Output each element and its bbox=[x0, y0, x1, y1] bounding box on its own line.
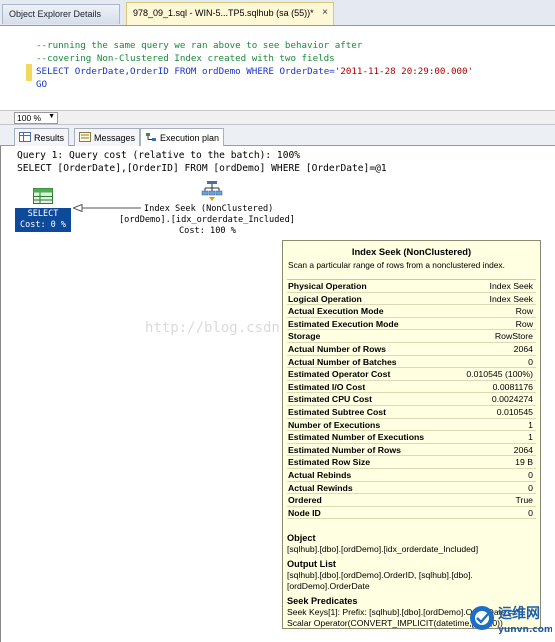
tab-messages[interactable]: Messages bbox=[74, 128, 141, 146]
code-line-2: --covering Non-Clustered Index created w… bbox=[36, 53, 335, 64]
property-row: Storage RowStore bbox=[287, 330, 536, 343]
tab-execution-plan-label: Execution plan bbox=[160, 133, 220, 143]
tab-messages-label: Messages bbox=[94, 133, 136, 143]
tooltip-description: Scan a particular range of rows from a n… bbox=[288, 260, 505, 270]
results-tab-strip: Results Messages Execution plan bbox=[0, 125, 555, 147]
select-operator-icon[interactable] bbox=[33, 188, 53, 204]
property-row: Ordered True bbox=[287, 494, 536, 507]
select-operator-label: SELECT bbox=[27, 209, 59, 219]
chevron-down-icon: ▼ bbox=[48, 113, 55, 120]
index-seek-cost: Cost: 100 % bbox=[179, 226, 236, 236]
operator-tooltip: Index Seek (NonClustered) Scan a particu… bbox=[282, 240, 541, 629]
select-operator-cost: Cost: 0 % bbox=[19, 220, 67, 230]
tab-results-label: Results bbox=[34, 133, 65, 143]
tooltip-properties: Physical Operation Index Seek Logical Ope… bbox=[287, 279, 536, 520]
property-row: Actual Execution Mode Row bbox=[287, 305, 536, 318]
property-row: Estimated CPU Cost 0.0024274 bbox=[287, 393, 536, 406]
messages-icon bbox=[79, 132, 91, 142]
index-seek-object: [ordDemo].[idx_orderdate_Included] bbox=[119, 215, 295, 225]
property-row: Estimated Number of Executions 1 bbox=[287, 431, 536, 444]
sql-keyword: FROM bbox=[174, 66, 197, 77]
tab-query-editor[interactable]: 978_09_1.sql - WIN-5...TP5.sqlhub (sa (5… bbox=[126, 2, 334, 25]
output-list-value: [sqlhub].[dbo].[ordDemo].OrderID, [sqlhu… bbox=[287, 569, 473, 592]
object-heading: Object bbox=[287, 533, 316, 544]
grid-icon bbox=[19, 132, 31, 142]
property-row: Estimated Number of Rows 2064 bbox=[287, 444, 536, 457]
output-list-heading: Output List bbox=[287, 558, 336, 569]
property-row: Physical Operation Index Seek bbox=[287, 280, 536, 293]
code-line-4: GO bbox=[36, 79, 48, 90]
execution-plan-icon bbox=[146, 133, 156, 141]
code-line-1: --running the same query we ran above to… bbox=[36, 40, 363, 51]
index-seek-icon[interactable] bbox=[201, 180, 223, 202]
query-sql-text: SELECT [OrderDate],[OrderID] FROM [ordDe… bbox=[17, 163, 387, 174]
property-row: Logical Operation Index Seek bbox=[287, 293, 536, 306]
property-row: Actual Rebinds 0 bbox=[287, 469, 536, 482]
zoom-value: 100 % bbox=[17, 113, 42, 123]
logo-subtitle: yunvn.com bbox=[498, 625, 552, 635]
zoom-select[interactable]: 100 % ▼ bbox=[14, 112, 58, 124]
document-tab-strip: Object Explorer Details 978_09_1.sql - W… bbox=[0, 0, 555, 26]
sql-keyword: WHERE bbox=[246, 66, 274, 77]
property-row: Estimated Subtree Cost 0.010545 bbox=[287, 406, 536, 419]
tab-execution-plan[interactable]: Execution plan bbox=[140, 128, 225, 147]
data-flow-arrow bbox=[73, 204, 141, 212]
sql-column: OrderDate= bbox=[273, 66, 335, 77]
change-marker bbox=[26, 64, 32, 81]
property-row: Number of Executions 1 bbox=[287, 419, 536, 432]
query-editor[interactable]: --running the same query we ran above to… bbox=[0, 26, 555, 110]
property-row: Actual Number of Batches 0 bbox=[287, 356, 536, 369]
index-seek-label: Index Seek (NonClustered) bbox=[144, 204, 274, 214]
editor-status-bar: 100 % ▼ bbox=[0, 110, 555, 125]
sql-table: ordDemo bbox=[196, 66, 247, 77]
query-cost-header: Query 1: Query cost (relative to the bat… bbox=[17, 150, 301, 161]
property-row: Estimated I/O Cost 0.0081176 bbox=[287, 381, 536, 394]
tab-results[interactable]: Results bbox=[14, 128, 70, 146]
property-row: Actual Rewinds 0 bbox=[287, 482, 536, 495]
sql-keyword: SELECT bbox=[36, 66, 70, 77]
code-line-3: SELECT OrderDate,OrderID FROM ordDemo WH… bbox=[36, 66, 473, 77]
property-row: Node ID 0 bbox=[287, 507, 536, 520]
property-row: Estimated Execution Mode Row bbox=[287, 318, 536, 331]
property-row: Actual Number of Rows 2064 bbox=[287, 343, 536, 356]
close-icon[interactable]: × bbox=[322, 7, 328, 18]
property-row: Estimated Row Size 19 B bbox=[287, 456, 536, 469]
object-value: [sqlhub].[dbo].[ordDemo].[idx_orderdate_… bbox=[287, 544, 479, 555]
tooltip-title: Index Seek (NonClustered) bbox=[351, 246, 472, 257]
sql-columns: OrderDate,OrderID bbox=[69, 66, 175, 77]
logo-title: 运维网 bbox=[498, 605, 540, 622]
site-logo: 运维网 yunvn.com bbox=[470, 605, 552, 635]
sql-string: '2011-11-28 20:29:00.000' bbox=[334, 66, 474, 77]
property-row: Estimated Operator Cost 0.010545 (100%) bbox=[287, 368, 536, 381]
tab-query-label: 978_09_1.sql - WIN-5...TP5.sqlhub (sa (5… bbox=[133, 8, 314, 18]
select-operator-node[interactable]: SELECT Cost: 0 % bbox=[15, 208, 71, 232]
tab-object-explorer-details[interactable]: Object Explorer Details bbox=[2, 4, 120, 24]
